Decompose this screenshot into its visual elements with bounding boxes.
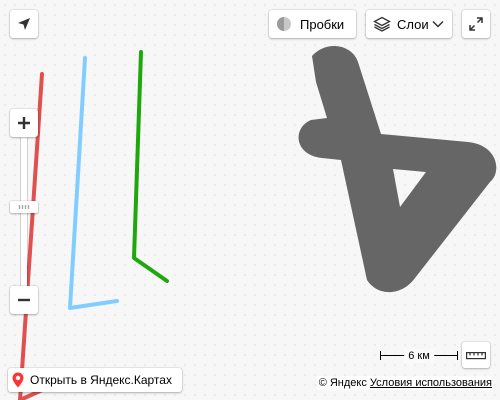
zoom-slider-handle[interactable] [10, 201, 38, 213]
navigation-arrow-icon [17, 17, 31, 31]
expand-icon [469, 17, 483, 31]
layers-label: Слои [397, 16, 429, 32]
scale-label: 6 км [404, 349, 434, 363]
route-green[interactable] [132, 50, 169, 283]
ruler-button[interactable] [462, 342, 490, 368]
layers-icon [373, 16, 391, 32]
ruler-icon [466, 350, 486, 360]
scale-tick-right [457, 351, 458, 360]
scale-bar: 6 км [380, 349, 458, 363]
chevron-down-icon [432, 20, 444, 28]
open-maps-label: Открыть в Яндекс.Картах [30, 373, 172, 387]
scale-tick-left [380, 351, 381, 360]
map-pin-icon [12, 372, 24, 388]
traffic-label: Пробки [300, 16, 345, 32]
fullscreen-button[interactable] [462, 10, 490, 38]
plus-icon [17, 116, 31, 130]
open-in-yandex-maps-button[interactable]: Открыть в Яндекс.Картах [8, 368, 182, 392]
locate-button[interactable] [10, 10, 38, 38]
zoom-out-button[interactable] [10, 286, 38, 314]
zoom-in-button[interactable] [10, 109, 38, 137]
map-overlay [18, 45, 497, 400]
terms-link[interactable]: Условия использования [370, 377, 492, 389]
traffic-button[interactable]: Пробки [269, 10, 356, 38]
polygon-gray[interactable] [298, 45, 497, 293]
traffic-light-icon [276, 16, 292, 32]
minus-icon [17, 293, 31, 307]
grip-icon [18, 205, 30, 209]
copyright-text: © Яндекс [318, 377, 367, 389]
copyright-bar: © Яндекс Условия использования [316, 376, 492, 390]
route-blue[interactable] [68, 56, 119, 310]
layers-button[interactable]: Слои [366, 10, 452, 38]
